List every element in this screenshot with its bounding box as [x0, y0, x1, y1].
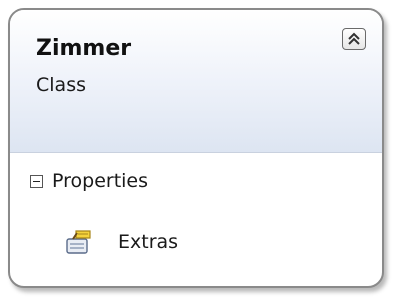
- minus-box-icon[interactable]: [30, 174, 43, 188]
- properties-section-header[interactable]: Properties: [30, 168, 148, 194]
- double-chevron-up-icon: [348, 32, 360, 45]
- class-stereotype: Class: [36, 74, 86, 96]
- section-title: Properties: [52, 170, 149, 192]
- class-shape[interactable]: Zimmer Class Properties Extras: [8, 8, 384, 288]
- property-name: Extras: [118, 231, 179, 253]
- class-header: Zimmer Class: [10, 10, 382, 152]
- property-item[interactable]: Extras: [64, 226, 178, 258]
- class-name: Zimmer: [36, 36, 132, 61]
- property-icon: [66, 230, 91, 254]
- collapse-button[interactable]: [342, 28, 366, 50]
